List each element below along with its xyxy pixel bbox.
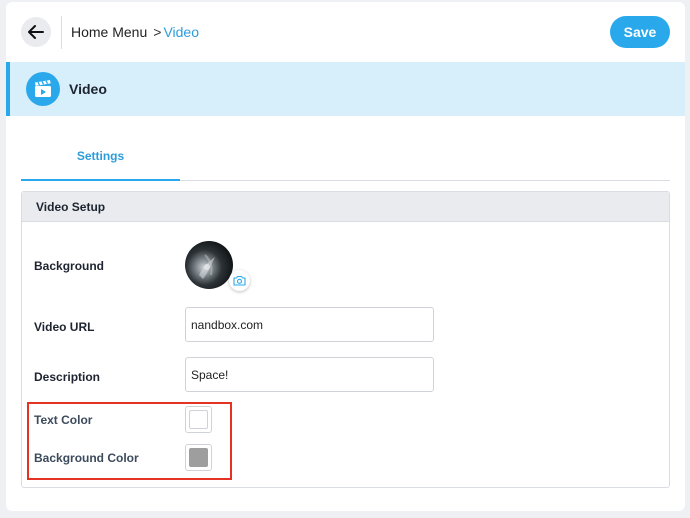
save-button[interactable]: Save xyxy=(610,16,670,48)
background-color-picker[interactable] xyxy=(185,444,212,471)
back-button[interactable] xyxy=(21,17,51,47)
video-url-label: Video URL xyxy=(34,320,95,334)
tab-settings[interactable]: Settings xyxy=(21,136,180,181)
text-color-label: Text Color xyxy=(34,413,93,427)
change-background-button[interactable] xyxy=(229,270,250,291)
top-bar: Home Menu > Video Save xyxy=(6,2,685,62)
background-image-thumbnail[interactable] xyxy=(185,241,233,289)
panel-title: Video Setup xyxy=(22,192,669,222)
background-color-swatch xyxy=(189,448,208,467)
breadcrumb: Home Menu > Video xyxy=(71,24,199,40)
section-header: Video xyxy=(6,62,685,116)
text-color-swatch xyxy=(189,410,208,429)
tab-bar: Settings xyxy=(21,136,670,181)
divider xyxy=(61,16,62,49)
text-color-picker[interactable] xyxy=(185,406,212,433)
nebula-image xyxy=(199,254,215,279)
video-clapperboard-icon xyxy=(26,72,60,106)
description-label: Description xyxy=(34,370,101,384)
background-color-label: Background Color xyxy=(34,451,139,465)
breadcrumb-current: Video xyxy=(163,24,200,40)
breadcrumb-separator: > xyxy=(153,24,162,40)
arrow-left-icon xyxy=(28,25,44,39)
video-setup-panel: Video Setup Background Video URL Descrip… xyxy=(21,191,670,488)
section-title: Video xyxy=(69,81,107,97)
background-label: Background xyxy=(34,259,105,273)
description-input[interactable] xyxy=(185,357,434,392)
video-url-input[interactable] xyxy=(185,307,434,342)
breadcrumb-home[interactable]: Home Menu xyxy=(71,24,147,40)
camera-icon xyxy=(233,275,246,286)
main-card: Home Menu > Video Save Video Settings Vi… xyxy=(6,2,685,511)
